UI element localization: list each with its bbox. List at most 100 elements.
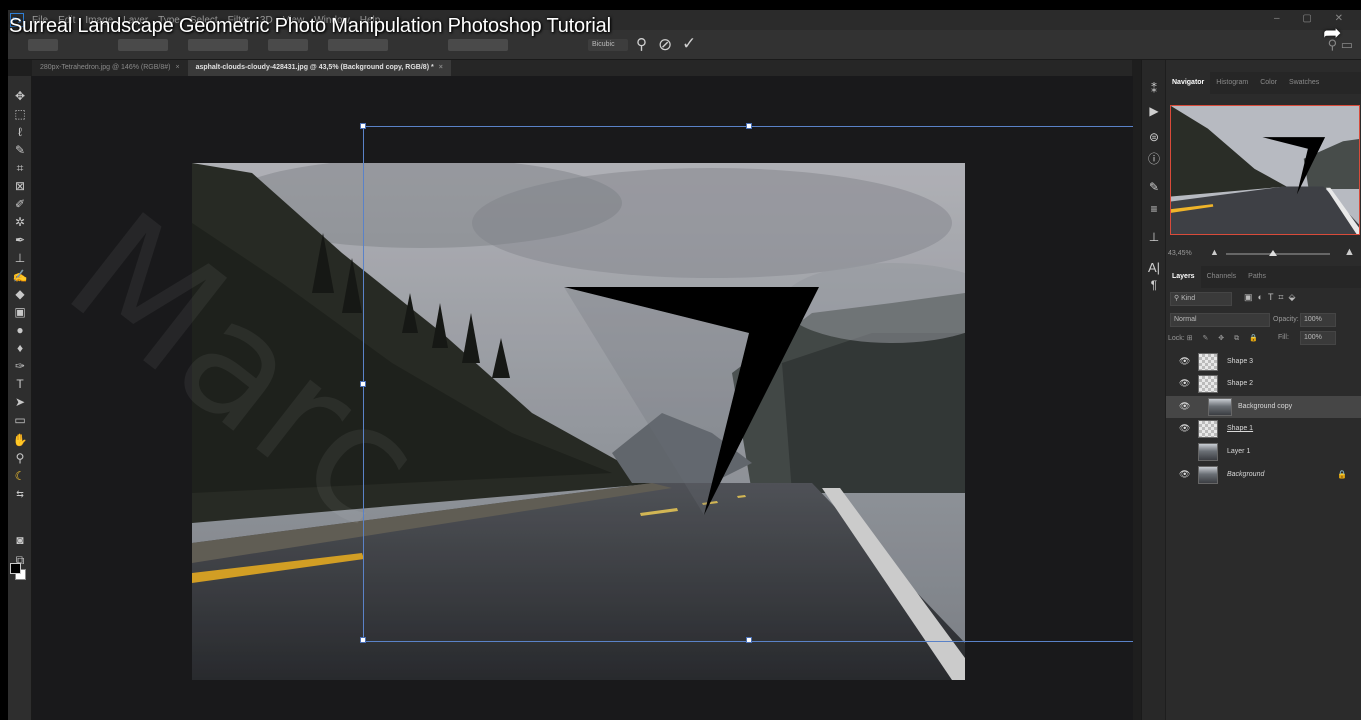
quick-mask-icon[interactable]: ◙ bbox=[10, 532, 30, 548]
tab-layers[interactable]: Layers bbox=[1166, 266, 1201, 288]
frame-tool-icon[interactable]: ⊠ bbox=[10, 178, 30, 194]
transform-handle[interactable] bbox=[746, 637, 752, 643]
opacity-field[interactable]: 100% bbox=[1300, 313, 1336, 327]
tab-color[interactable]: Color bbox=[1254, 72, 1283, 94]
close-icon[interactable]: × bbox=[439, 64, 443, 71]
zoom-in-icon[interactable]: ▲ bbox=[1344, 246, 1355, 258]
tools-panel: ✥ ⬚ ℓ ✎ ⌗ ⊠ ✐ ✲ ✒ ⊥ ✍ ◆ ▣ ● ♦ ✑ T ➤ ▭ ✋ … bbox=[8, 76, 32, 720]
history-brush-tool-icon[interactable]: ✍ bbox=[10, 268, 30, 284]
properties-icon[interactable]: ≡ bbox=[1145, 202, 1163, 216]
navigator-zoom: 43,45% ▲ ▲ bbox=[1166, 246, 1361, 261]
moon-icon: ☾ bbox=[14, 469, 26, 483]
eye-icon[interactable]: 👁 bbox=[1179, 469, 1190, 480]
filter-icons[interactable]: ▣◐T⌗⬙ bbox=[1244, 292, 1300, 303]
transform-handle[interactable] bbox=[360, 637, 366, 643]
right-panels: Navigator Histogram Color Swatches 43,45… bbox=[1166, 60, 1361, 720]
eyedropper-tool-icon[interactable]: ✐ bbox=[10, 196, 30, 212]
transform-handle[interactable] bbox=[360, 123, 366, 129]
close-icon[interactable]: × bbox=[175, 64, 179, 71]
screen-mode-icon[interactable]: ⧉ bbox=[10, 552, 30, 568]
eye-icon[interactable]: 👁 bbox=[1179, 378, 1190, 389]
options-field[interactable] bbox=[118, 39, 168, 51]
tab-swatches[interactable]: Swatches bbox=[1283, 72, 1325, 94]
swap-colors-icon[interactable]: ⇆ bbox=[10, 486, 30, 502]
options-field[interactable] bbox=[268, 39, 308, 51]
zoom-out-icon[interactable]: ▲ bbox=[1210, 247, 1219, 257]
document-tab-bar: 280px-Tetrahedron.jpg @ 146% (RGB/8#) × a… bbox=[32, 60, 1132, 76]
layer-thumbnail bbox=[1198, 466, 1218, 484]
share-icon[interactable]: ➦ bbox=[1323, 20, 1341, 46]
tab-navigator[interactable]: Navigator bbox=[1166, 72, 1211, 94]
character-icon[interactable]: A| bbox=[1145, 260, 1163, 275]
path-selection-tool-icon[interactable]: ➤ bbox=[10, 394, 30, 410]
options-field[interactable] bbox=[188, 39, 248, 51]
navigator-thumbnail bbox=[1171, 106, 1359, 234]
cancel-icon[interactable]: ⊘ bbox=[658, 35, 672, 55]
type-tool-icon[interactable]: T bbox=[10, 376, 30, 392]
opacity-label: Opacity: bbox=[1273, 316, 1299, 323]
eye-icon[interactable]: 👁 bbox=[1179, 356, 1190, 367]
zoom-value[interactable]: 43,45% bbox=[1168, 250, 1192, 257]
checkmark-icon[interactable]: ✓ bbox=[682, 34, 696, 54]
pen-tool-icon[interactable]: ✑ bbox=[10, 358, 30, 374]
warp-icon[interactable]: ⚲ bbox=[636, 35, 647, 53]
paragraph-icon[interactable]: ¶ bbox=[1145, 278, 1163, 292]
layer-row-shape-1[interactable]: 👁 Shape 1 bbox=[1166, 418, 1361, 440]
options-field[interactable] bbox=[448, 39, 508, 51]
brush-presets-icon[interactable]: ✎ bbox=[1145, 180, 1163, 194]
marquee-tool-icon[interactable]: ⬚ bbox=[10, 106, 30, 122]
blend-mode-select[interactable]: Normal bbox=[1170, 313, 1270, 327]
transform-handle[interactable] bbox=[360, 381, 366, 387]
tab-asphalt-clouds[interactable]: asphalt-clouds-cloudy-428431.jpg @ 43,5%… bbox=[187, 60, 451, 76]
eraser-tool-icon[interactable]: ◆ bbox=[10, 286, 30, 302]
lock-row: Lock: ⊞ ✎ ✥ ⧉ 🔒 bbox=[1168, 335, 1262, 342]
hand-tool-icon[interactable]: ✋ bbox=[10, 432, 30, 448]
eye-icon[interactable]: 👁 bbox=[1179, 446, 1190, 457]
play-icon[interactable]: ▶ bbox=[1145, 104, 1163, 118]
interpolation-select[interactable]: Bicubic bbox=[588, 39, 628, 51]
rectangle-tool-icon[interactable]: ▭ bbox=[10, 412, 30, 428]
crop-tool-icon[interactable]: ⌗ bbox=[10, 160, 30, 176]
tab-channels[interactable]: Channels bbox=[1201, 266, 1243, 288]
clone-source-icon[interactable]: ⊥ bbox=[1145, 230, 1163, 244]
filter-kind-select[interactable]: ⚲ Kind bbox=[1170, 292, 1232, 306]
adjustments-icon[interactable]: ⊜ bbox=[1145, 130, 1163, 144]
layer-row-shape-2[interactable]: 👁 Shape 2 bbox=[1166, 373, 1361, 395]
layer-row-layer-1[interactable]: 👁 Layer 1 bbox=[1166, 441, 1361, 463]
clone-stamp-tool-icon[interactable]: ⊥ bbox=[10, 250, 30, 266]
eye-icon[interactable]: 👁 bbox=[1179, 423, 1190, 434]
transform-bounding-box[interactable] bbox=[360, 123, 1133, 643]
layer-row-background[interactable]: 👁 Background 🔒 bbox=[1166, 464, 1361, 486]
tab-tetrahedron[interactable]: 280px-Tetrahedron.jpg @ 146% (RGB/8#) × bbox=[32, 60, 188, 76]
fill-field[interactable]: 100% bbox=[1300, 331, 1336, 345]
letterbox-left bbox=[0, 0, 8, 720]
zoom-tool-icon[interactable]: ⚲ bbox=[10, 450, 30, 466]
layer-row-background-copy[interactable]: 👁 Background copy bbox=[1166, 396, 1361, 418]
options-field[interactable] bbox=[328, 39, 388, 51]
layer-thumbnail bbox=[1208, 398, 1232, 416]
zoom-slider-thumb[interactable] bbox=[1269, 250, 1277, 256]
quick-select-tool-icon[interactable]: ✎ bbox=[10, 142, 30, 158]
video-title: Surreal Landscape Geometric Photo Manipu… bbox=[9, 15, 611, 37]
letterbox-top bbox=[0, 0, 1361, 10]
zoom-slider[interactable] bbox=[1226, 253, 1330, 255]
brush-tool-icon[interactable]: ✒ bbox=[10, 232, 30, 248]
move-tool-icon[interactable]: ✥ bbox=[10, 88, 30, 104]
navigator-preview[interactable] bbox=[1170, 105, 1360, 235]
info-icon[interactable]: ⓘ bbox=[1145, 150, 1163, 167]
tab-paths[interactable]: Paths bbox=[1242, 266, 1272, 288]
tab-histogram[interactable]: Histogram bbox=[1210, 72, 1254, 94]
panel-icon-strip: ⁑ ▶ ⊜ ⓘ ✎ ≡ ⊥ A| ¶ bbox=[1141, 60, 1165, 720]
canvas-area[interactable]: Marc bbox=[32, 76, 1133, 720]
eye-icon[interactable]: 👁 bbox=[1179, 401, 1190, 412]
dodge-tool-icon[interactable]: ♦ bbox=[10, 340, 30, 356]
options-field[interactable] bbox=[28, 39, 58, 51]
lasso-tool-icon[interactable]: ℓ bbox=[10, 124, 30, 140]
gradient-tool-icon[interactable]: ▣ bbox=[10, 304, 30, 320]
history-icon[interactable]: ⁑ bbox=[1145, 82, 1163, 96]
transform-handle[interactable] bbox=[746, 123, 752, 129]
layer-row-shape-3[interactable]: 👁 Shape 3 bbox=[1166, 351, 1361, 373]
healing-brush-tool-icon[interactable]: ✲ bbox=[10, 214, 30, 230]
lock-icons[interactable]: ⊞ ✎ ✥ ⧉ 🔒 bbox=[1187, 335, 1262, 342]
blur-tool-icon[interactable]: ● bbox=[10, 322, 30, 338]
